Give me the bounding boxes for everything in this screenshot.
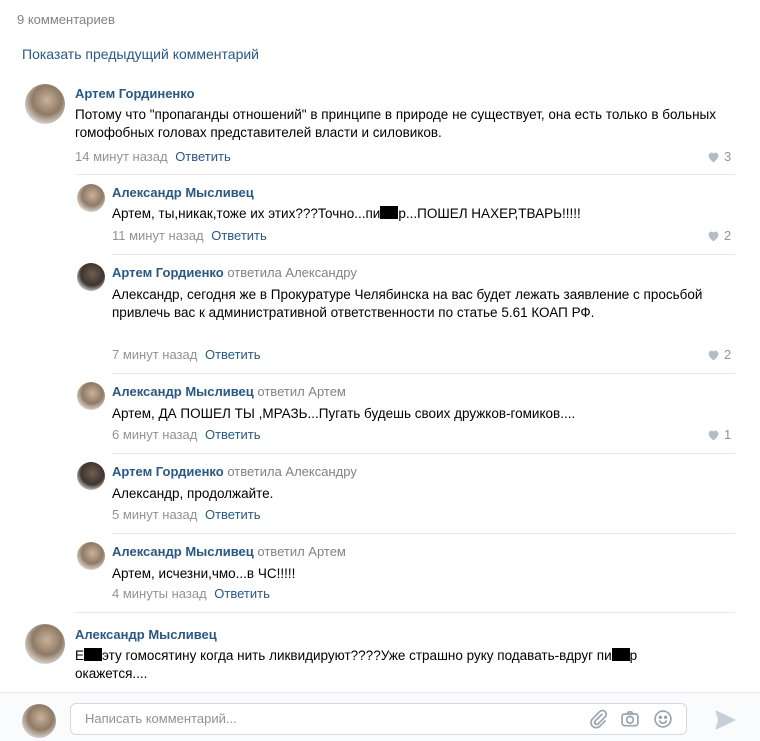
comment-author[interactable]: Артем Гординенко — [75, 86, 195, 101]
show-previous-comment-link[interactable]: Показать предыдущий комментарий — [22, 46, 259, 62]
avatar[interactable] — [77, 184, 105, 212]
comment-author[interactable]: Артем Гордиенко ответила Александру — [112, 464, 357, 479]
comment-text: Александр, продолжайте. — [112, 486, 274, 501]
reply-button[interactable]: Ответить — [211, 228, 267, 243]
comment-author[interactable]: Александр Мысливец ответил Артем — [112, 544, 346, 559]
heart-icon — [708, 152, 719, 162]
paperclip-icon[interactable] — [588, 709, 608, 729]
avatar[interactable] — [77, 462, 105, 490]
avatar[interactable] — [25, 84, 65, 124]
comment-time[interactable]: 4 минуты назад — [112, 586, 207, 601]
reply-to-label[interactable]: ответила Александру — [227, 265, 357, 280]
comments-count: 9 комментариев — [17, 12, 115, 27]
separator — [112, 373, 735, 374]
comment-text: Артем, ты,никак,тоже их этих???Точно...п… — [112, 205, 732, 223]
comment-time[interactable]: 6 минут назад — [112, 427, 197, 442]
text-part: эту гомосятину когда нить ликвидируют???… — [102, 648, 612, 663]
text-part: окажется.... — [75, 666, 148, 681]
comment-author[interactable]: Александр Мысливец — [75, 627, 217, 642]
send-icon[interactable] — [713, 708, 737, 732]
redaction-box — [611, 648, 630, 661]
comment-text: Еэту гомосятину когда нить ликвидируют??… — [75, 647, 745, 683]
comment-meta: 5 минут назад Ответить — [112, 507, 261, 522]
avatar[interactable] — [77, 382, 105, 410]
like-button[interactable]: 2 — [707, 347, 731, 362]
comment-time[interactable]: 14 минут назад — [75, 149, 168, 164]
comment-text: Потому что "пропаганды отношений" в прин… — [75, 107, 716, 140]
comment-author[interactable]: Александр Мысливец ответил Артем — [112, 384, 346, 399]
heart-icon — [708, 231, 719, 241]
comment-meta: 14 минут назад Ответить — [75, 149, 231, 164]
separator — [112, 533, 735, 534]
comment-time[interactable]: 11 минут назад — [112, 228, 204, 243]
reply-button[interactable]: Ответить — [214, 586, 270, 601]
reply-to-label[interactable]: ответила Александру — [227, 464, 357, 479]
text-part: Е — [75, 648, 85, 663]
camera-icon[interactable] — [620, 709, 640, 729]
like-button[interactable]: 3 — [707, 149, 731, 164]
reply-button[interactable]: Ответить — [205, 347, 261, 362]
like-count: 3 — [724, 149, 732, 164]
heart-icon — [708, 350, 719, 360]
comment-input[interactable] — [83, 710, 567, 727]
text-part: р — [629, 648, 638, 663]
reply-button[interactable]: Ответить — [175, 149, 231, 164]
reply-button[interactable]: Ответить — [205, 427, 261, 442]
emoji-icon[interactable] — [653, 709, 673, 729]
comment-text: Артем, исчезни,чмо...в ЧС!!!!! — [112, 566, 296, 581]
comment-time[interactable]: 7 минут назад — [112, 347, 197, 362]
comment-author[interactable]: Артем Гордиенко ответила Александру — [112, 265, 357, 280]
avatar[interactable] — [25, 624, 65, 664]
redaction-box — [84, 648, 103, 661]
separator — [75, 612, 735, 613]
reply-to-label[interactable]: ответил Артем — [257, 384, 345, 399]
separator — [112, 254, 735, 255]
heart-icon — [708, 430, 719, 440]
like-count: 2 — [724, 228, 732, 243]
reply-to-label[interactable]: ответил Артем — [257, 544, 345, 559]
comment-author[interactable]: Александр Мысливец — [112, 185, 254, 200]
like-button[interactable]: 2 — [707, 228, 731, 243]
comment-meta: 11 минут назад Ответить — [112, 228, 267, 243]
like-button[interactable]: 1 — [707, 427, 731, 442]
text-part: Артем, ты,никак,тоже их этих???Точно...п… — [112, 206, 381, 221]
comment-meta: 6 минут назад Ответить — [112, 427, 261, 442]
separator — [112, 453, 735, 454]
reply-button[interactable]: Ответить — [205, 507, 261, 522]
like-count: 1 — [724, 427, 732, 442]
comment-meta: 4 минуты назад Ответить — [112, 586, 270, 601]
separator — [75, 174, 735, 175]
avatar[interactable] — [77, 542, 105, 570]
like-count: 2 — [724, 347, 732, 362]
redaction-box — [380, 206, 399, 219]
comment-text: Артем, ДА ПОШЕЛ ТЫ ,МРАЗЬ...Пугать будеш… — [112, 406, 576, 421]
comment-time[interactable]: 5 минут назад — [112, 507, 197, 522]
text-part: р...ПОШЕЛ НАХЕР,ТВАРЬ!!!!! — [398, 206, 581, 221]
avatar[interactable] — [77, 263, 105, 291]
my-avatar[interactable] — [22, 704, 56, 738]
comment-text: Александр, сегодня же в Прокуратуре Челя… — [112, 287, 703, 320]
comment-meta: 7 минут назад Ответить — [112, 347, 261, 362]
